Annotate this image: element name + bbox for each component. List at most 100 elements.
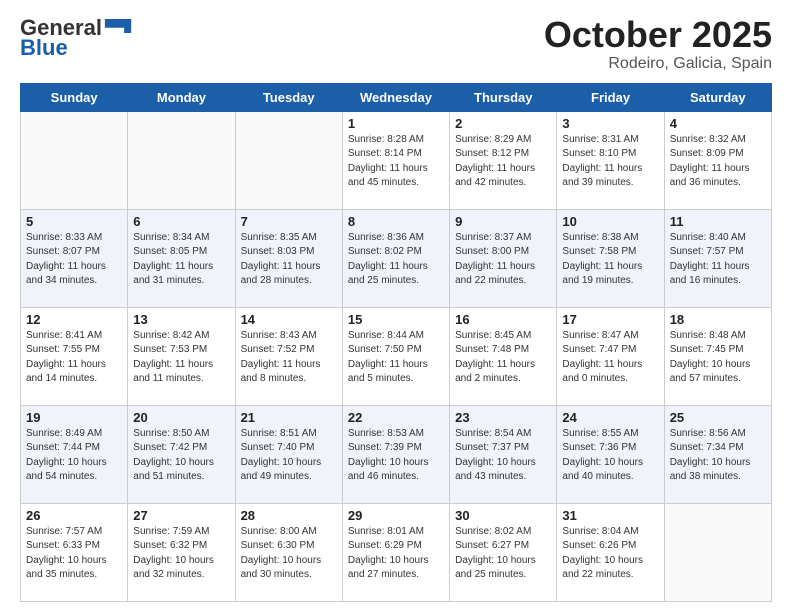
sunset-text: Sunset: 6:29 PM xyxy=(348,540,422,551)
sunset-text: Sunset: 8:14 PM xyxy=(348,148,422,159)
sunrise-text: Sunrise: 8:50 AM xyxy=(133,428,209,439)
sunset-text: Sunset: 7:37 PM xyxy=(455,442,529,453)
sunset-text: Sunset: 7:36 PM xyxy=(562,442,636,453)
table-row xyxy=(128,111,235,209)
table-row: 9Sunrise: 8:37 AMSunset: 8:00 PMDaylight… xyxy=(450,209,557,307)
daylight-text: Daylight: 11 hours and 11 minutes. xyxy=(133,359,213,385)
day-number: 6 xyxy=(133,214,229,229)
day-number: 25 xyxy=(670,410,766,425)
table-row: 11Sunrise: 8:40 AMSunset: 7:57 PMDayligh… xyxy=(664,209,771,307)
table-row: 18 Sunrise: 8:48 AMSunset: 7:45 PMDayligh… xyxy=(664,307,771,405)
daylight-text: Daylight: 10 hours and 57 minutes. xyxy=(670,359,751,385)
logo-blue: Blue xyxy=(20,35,68,61)
sunrise-text: Sunrise: 8:56 AM xyxy=(670,428,746,439)
day-number: 28 xyxy=(241,508,337,523)
day-number: 30 xyxy=(455,508,551,523)
sunset-text: Sunset: 8:00 PM xyxy=(455,246,529,257)
sunset-text: Sunset: 7:58 PM xyxy=(562,246,636,257)
day-info: Sunrise: 8:04 AMSunset: 6:26 PMDaylight:… xyxy=(562,525,658,583)
daylight-text: Daylight: 10 hours and 27 minutes. xyxy=(348,555,429,581)
sunrise-text: Sunrise: 8:41 AM xyxy=(26,330,102,341)
day-info: Sunrise: 8:02 AMSunset: 6:27 PMDaylight:… xyxy=(455,525,551,583)
sunset-text: Sunset: 7:53 PM xyxy=(133,344,207,355)
sunset-text: Sunset: 8:10 PM xyxy=(562,148,636,159)
table-row: 27Sunrise: 7:59 AMSunset: 6:32 PMDayligh… xyxy=(128,503,235,601)
day-number: 3 xyxy=(562,116,658,131)
sunset-text: Sunset: 6:26 PM xyxy=(562,540,636,551)
day-info: Sunrise: 8:01 AMSunset: 6:29 PMDaylight:… xyxy=(348,525,444,583)
day-info: Sunrise: 8:50 AMSunset: 7:42 PMDaylight:… xyxy=(133,427,229,485)
day-number: 14 xyxy=(241,312,337,327)
day-info: Sunrise: 8:32 AMSunset: 8:09 PMDaylight:… xyxy=(670,133,766,191)
sunset-text: Sunset: 7:34 PM xyxy=(670,442,744,453)
sunrise-text: Sunrise: 7:57 AM xyxy=(26,526,102,537)
day-info: Sunrise: 8:34 AMSunset: 8:05 PMDaylight:… xyxy=(133,231,229,289)
sunset-text: Sunset: 7:45 PM xyxy=(670,344,744,355)
table-row: 2Sunrise: 8:29 AMSunset: 8:12 PMDaylight… xyxy=(450,111,557,209)
day-info: Sunrise: 8:54 AMSunset: 7:37 PMDaylight:… xyxy=(455,427,551,485)
day-info: Sunrise: 8:29 AMSunset: 8:12 PMDaylight:… xyxy=(455,133,551,191)
day-number: 27 xyxy=(133,508,229,523)
sunrise-text: Sunrise: 8:37 AM xyxy=(455,232,531,243)
col-sunday: Sunday xyxy=(21,83,128,111)
page-subtitle: Rodeiro, Galicia, Spain xyxy=(544,55,772,73)
sunset-text: Sunset: 8:02 PM xyxy=(348,246,422,257)
table-row: 16 Sunrise: 8:45 AMSunset: 7:48 PMDayligh… xyxy=(450,307,557,405)
sunset-text: Sunset: 6:30 PM xyxy=(241,540,315,551)
sunset-text: Sunset: 8:12 PM xyxy=(455,148,529,159)
sunrise-text: Sunrise: 8:55 AM xyxy=(562,428,638,439)
day-number: 4 xyxy=(670,116,766,131)
col-friday: Friday xyxy=(557,83,664,111)
sunrise-text: Sunrise: 8:33 AM xyxy=(26,232,102,243)
daylight-text: Daylight: 11 hours and 39 minutes. xyxy=(562,163,642,189)
daylight-text: Daylight: 11 hours and 0 minutes. xyxy=(562,359,642,385)
day-info: Sunrise: 8:37 AMSunset: 8:00 PMDaylight:… xyxy=(455,231,551,289)
day-info: Sunrise: 8:00 AMSunset: 6:30 PMDaylight:… xyxy=(241,525,337,583)
daylight-text: Daylight: 10 hours and 30 minutes. xyxy=(241,555,322,581)
calendar-week-row: 12Sunrise: 8:41 AMSunset: 7:55 PMDayligh… xyxy=(21,307,772,405)
daylight-text: Daylight: 11 hours and 2 minutes. xyxy=(455,359,535,385)
col-monday: Monday xyxy=(128,83,235,111)
sunrise-text: Sunrise: 8:47 AM xyxy=(562,330,638,341)
day-number: 17 xyxy=(562,312,658,327)
day-info: Sunrise: 8:44 AMSunset: 7:50 PMDaylight:… xyxy=(348,329,444,387)
day-number: 18 xyxy=(670,312,766,327)
calendar-table: Sunday Monday Tuesday Wednesday Thursday… xyxy=(20,83,772,602)
daylight-text: Daylight: 11 hours and 45 minutes. xyxy=(348,163,428,189)
daylight-text: Daylight: 11 hours and 14 minutes. xyxy=(26,359,106,385)
table-row: 20Sunrise: 8:50 AMSunset: 7:42 PMDayligh… xyxy=(128,405,235,503)
sunset-text: Sunset: 6:32 PM xyxy=(133,540,207,551)
calendar-week-row: 19Sunrise: 8:49 AMSunset: 7:44 PMDayligh… xyxy=(21,405,772,503)
sunset-text: Sunset: 7:47 PM xyxy=(562,344,636,355)
sunrise-text: Sunrise: 8:31 AM xyxy=(562,134,638,145)
sunrise-text: Sunrise: 8:44 AM xyxy=(348,330,424,341)
col-wednesday: Wednesday xyxy=(342,83,449,111)
day-info: Sunrise: 8:56 AMSunset: 7:34 PMDaylight:… xyxy=(670,427,766,485)
sunset-text: Sunset: 8:09 PM xyxy=(670,148,744,159)
sunset-text: Sunset: 8:07 PM xyxy=(26,246,100,257)
table-row: 22Sunrise: 8:53 AMSunset: 7:39 PMDayligh… xyxy=(342,405,449,503)
day-info: Sunrise: 8:45 AMSunset: 7:48 PMDaylight:… xyxy=(455,329,551,387)
daylight-text: Daylight: 10 hours and 49 minutes. xyxy=(241,457,322,483)
table-row: 10Sunrise: 8:38 AMSunset: 7:58 PMDayligh… xyxy=(557,209,664,307)
day-number: 16 xyxy=(455,312,551,327)
daylight-text: Daylight: 11 hours and 5 minutes. xyxy=(348,359,428,385)
table-row: 17 Sunrise: 8:47 AM Sunset: 7:47 PM Dayligh… xyxy=(557,307,664,405)
day-number: 23 xyxy=(455,410,551,425)
day-number: 8 xyxy=(348,214,444,229)
daylight-text: Daylight: 10 hours and 54 minutes. xyxy=(26,457,107,483)
day-info: Sunrise: 8:47 AM Sunset: 7:47 PM Daylight:… xyxy=(562,329,658,387)
sunrise-text: Sunrise: 8:28 AM xyxy=(348,134,424,145)
sunset-text: Sunset: 7:48 PM xyxy=(455,344,529,355)
calendar-week-row: 1Sunrise: 8:28 AMSunset: 8:14 PMDaylight… xyxy=(21,111,772,209)
table-row: 15Sunrise: 8:44 AMSunset: 7:50 PMDayligh… xyxy=(342,307,449,405)
sunrise-text: Sunrise: 8:51 AM xyxy=(241,428,317,439)
day-info: Sunrise: 8:48 AMSunset: 7:45 PMDaylight:… xyxy=(670,329,766,387)
daylight-text: Daylight: 10 hours and 43 minutes. xyxy=(455,457,536,483)
sunset-text: Sunset: 7:39 PM xyxy=(348,442,422,453)
table-row xyxy=(21,111,128,209)
table-row: 31Sunrise: 8:04 AMSunset: 6:26 PMDayligh… xyxy=(557,503,664,601)
day-number: 11 xyxy=(670,214,766,229)
sunrise-text: Sunrise: 7:59 AM xyxy=(133,526,209,537)
table-row: 23 Sunrise: 8:54 AMSunset: 7:37 PMDayligh… xyxy=(450,405,557,503)
